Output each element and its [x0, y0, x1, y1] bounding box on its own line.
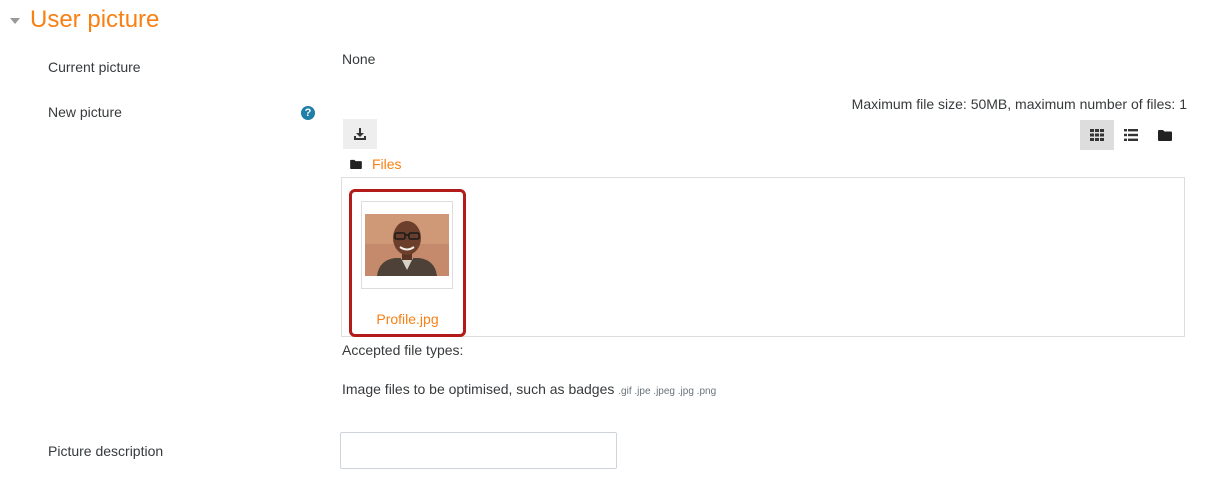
current-picture-label: Current picture: [48, 59, 141, 75]
max-file-info: Maximum file size: 50MB, maximum number …: [851, 96, 1187, 112]
folder-icon: [350, 159, 362, 169]
file-item[interactable]: Profile.jpg: [349, 189, 466, 337]
folder-view-icon: [1158, 130, 1172, 141]
current-picture-value: None: [342, 51, 376, 67]
list-view-icon: [1124, 129, 1138, 141]
accepted-types-text: Image files to be optimised, such as bad…: [342, 381, 615, 397]
caret-down-icon: [10, 18, 20, 24]
grid-view-button[interactable]: [1080, 120, 1114, 150]
help-icon[interactable]: ?: [301, 106, 315, 120]
picture-description-input[interactable]: [340, 432, 617, 469]
list-view-button[interactable]: [1114, 120, 1148, 150]
picture-description-label: Picture description: [48, 443, 164, 459]
add-file-button[interactable]: [343, 119, 377, 149]
file-thumbnail: [361, 201, 453, 289]
breadcrumb: Files: [350, 156, 402, 172]
file-drop-area[interactable]: [341, 177, 1185, 337]
profile-photo-image: [365, 214, 449, 276]
section-title: User picture: [30, 6, 160, 33]
accepted-types-description: Image files to be optimised, such as bad…: [342, 381, 716, 397]
file-name: Profile.jpg: [376, 311, 439, 327]
folder-view-button[interactable]: [1148, 120, 1182, 150]
path-link-files[interactable]: Files: [372, 156, 402, 172]
view-toggle: [1080, 120, 1182, 150]
section-toggle-user-picture[interactable]: User picture: [10, 6, 159, 34]
new-picture-label: New picture: [48, 104, 122, 120]
grid-view-icon: [1090, 129, 1104, 141]
accepted-extensions: .gif .jpe .jpeg .jpg .png: [618, 386, 717, 397]
download-icon: [354, 128, 366, 140]
accepted-types-label: Accepted file types:: [342, 342, 464, 358]
